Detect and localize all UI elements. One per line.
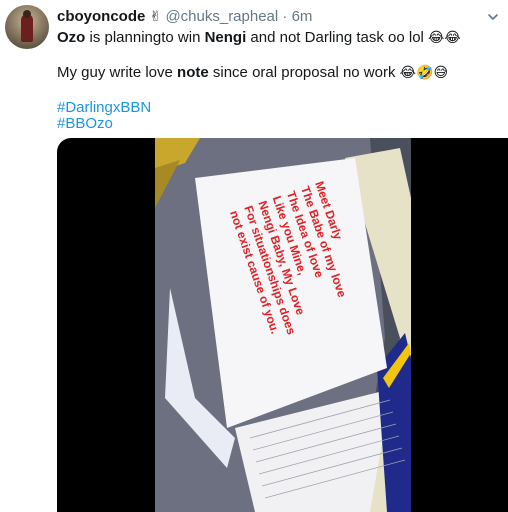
text-segment: and not Darling task oo lol — [246, 29, 429, 46]
chevron-down-icon[interactable] — [486, 10, 500, 24]
separator-dot: · — [282, 8, 288, 25]
laughing-emoji-icon: 😂😂 — [428, 30, 461, 46]
hashtag-bbozo[interactable]: #BBOzo — [57, 114, 113, 134]
avatar[interactable] — [5, 5, 49, 49]
text-segment: My guy write love — [57, 64, 178, 81]
user-handle[interactable]: @chuks_rapheal — [165, 8, 278, 25]
display-name[interactable]: cboyoncode — [57, 8, 145, 25]
tweet[interactable]: cboyoncode ✌ @chuks_rapheal · 6m Ozo is … — [0, 0, 508, 512]
tweet-text-line-1: Ozo is planningto win Nengi and not Darl… — [57, 28, 461, 48]
timestamp[interactable]: 6m — [292, 8, 313, 25]
victory-hand-icon: ✌ — [149, 9, 162, 25]
text-segment: since oral proposal no work — [208, 64, 400, 81]
laughing-emoji-icon: 😂🤣😅 — [399, 65, 449, 81]
love-note-image: Meet Darly The Babe of my love The Idea … — [155, 138, 411, 512]
video-player[interactable]: Meet Darly The Babe of my love The Idea … — [57, 138, 508, 512]
tweet-header: cboyoncode ✌ @chuks_rapheal · 6m — [57, 7, 312, 27]
tweet-text-line-2: My guy write love note since oral propos… — [57, 63, 448, 83]
text-segment: is planningto win — [85, 29, 205, 46]
mention-ozo: Ozo — [57, 29, 86, 46]
bold-note: note — [177, 64, 209, 81]
video-frame: Meet Darly The Babe of my love The Idea … — [155, 138, 411, 512]
avatar-figure — [21, 14, 33, 42]
avatar-head — [23, 10, 31, 18]
mention-nengi: Nengi — [204, 29, 247, 46]
